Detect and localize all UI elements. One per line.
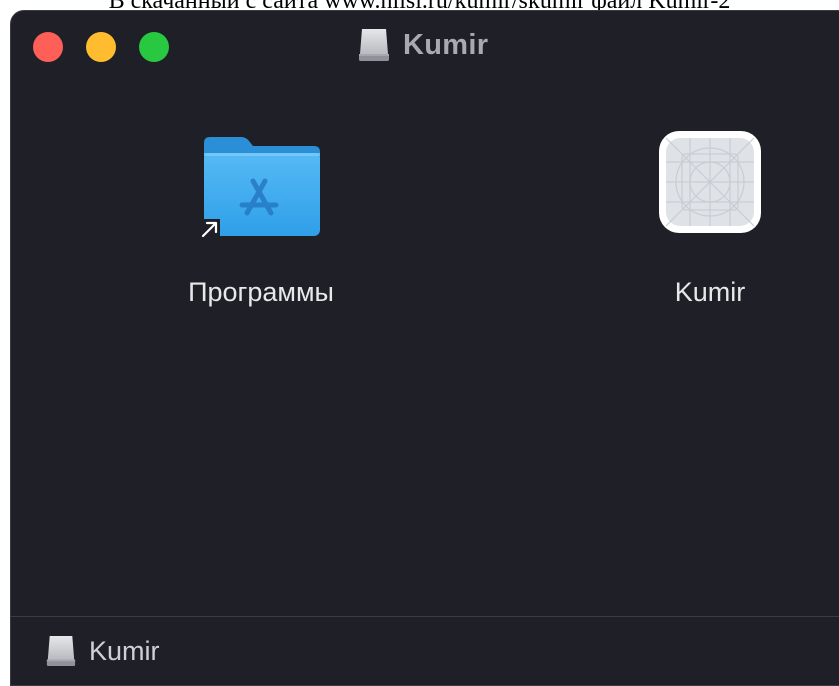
item-kumir-label: Kumir bbox=[674, 277, 746, 307]
window-pathbar: Kumir bbox=[11, 616, 839, 685]
window-content: Программы Kumir bbox=[11, 79, 839, 617]
disk-image-icon bbox=[45, 634, 77, 668]
minimize-window-button[interactable] bbox=[86, 32, 116, 62]
item-applications-alias[interactable] bbox=[196, 129, 326, 244]
window-title: Kumir bbox=[403, 28, 489, 61]
pathbar-label: Kumir bbox=[89, 635, 160, 666]
generic-app-icon bbox=[657, 129, 763, 235]
page-header-text: В скачанный с сайта www.niisi.ru/kumir/s… bbox=[0, 0, 839, 10]
window-titlebar[interactable]: Kumir bbox=[11, 11, 839, 79]
pathbar-item[interactable]: Kumir bbox=[45, 634, 160, 668]
disk-image-icon bbox=[357, 27, 391, 63]
window-title-group: Kumir bbox=[357, 25, 488, 65]
item-kumir-app[interactable] bbox=[657, 129, 763, 235]
applications-folder-alias-icon bbox=[196, 129, 326, 244]
close-window-button[interactable] bbox=[33, 32, 63, 62]
zoom-window-button[interactable] bbox=[139, 32, 169, 62]
finder-window: Kumir Программы Kumir Kumir bbox=[10, 10, 839, 686]
item-applications-label: Программы bbox=[188, 277, 334, 307]
